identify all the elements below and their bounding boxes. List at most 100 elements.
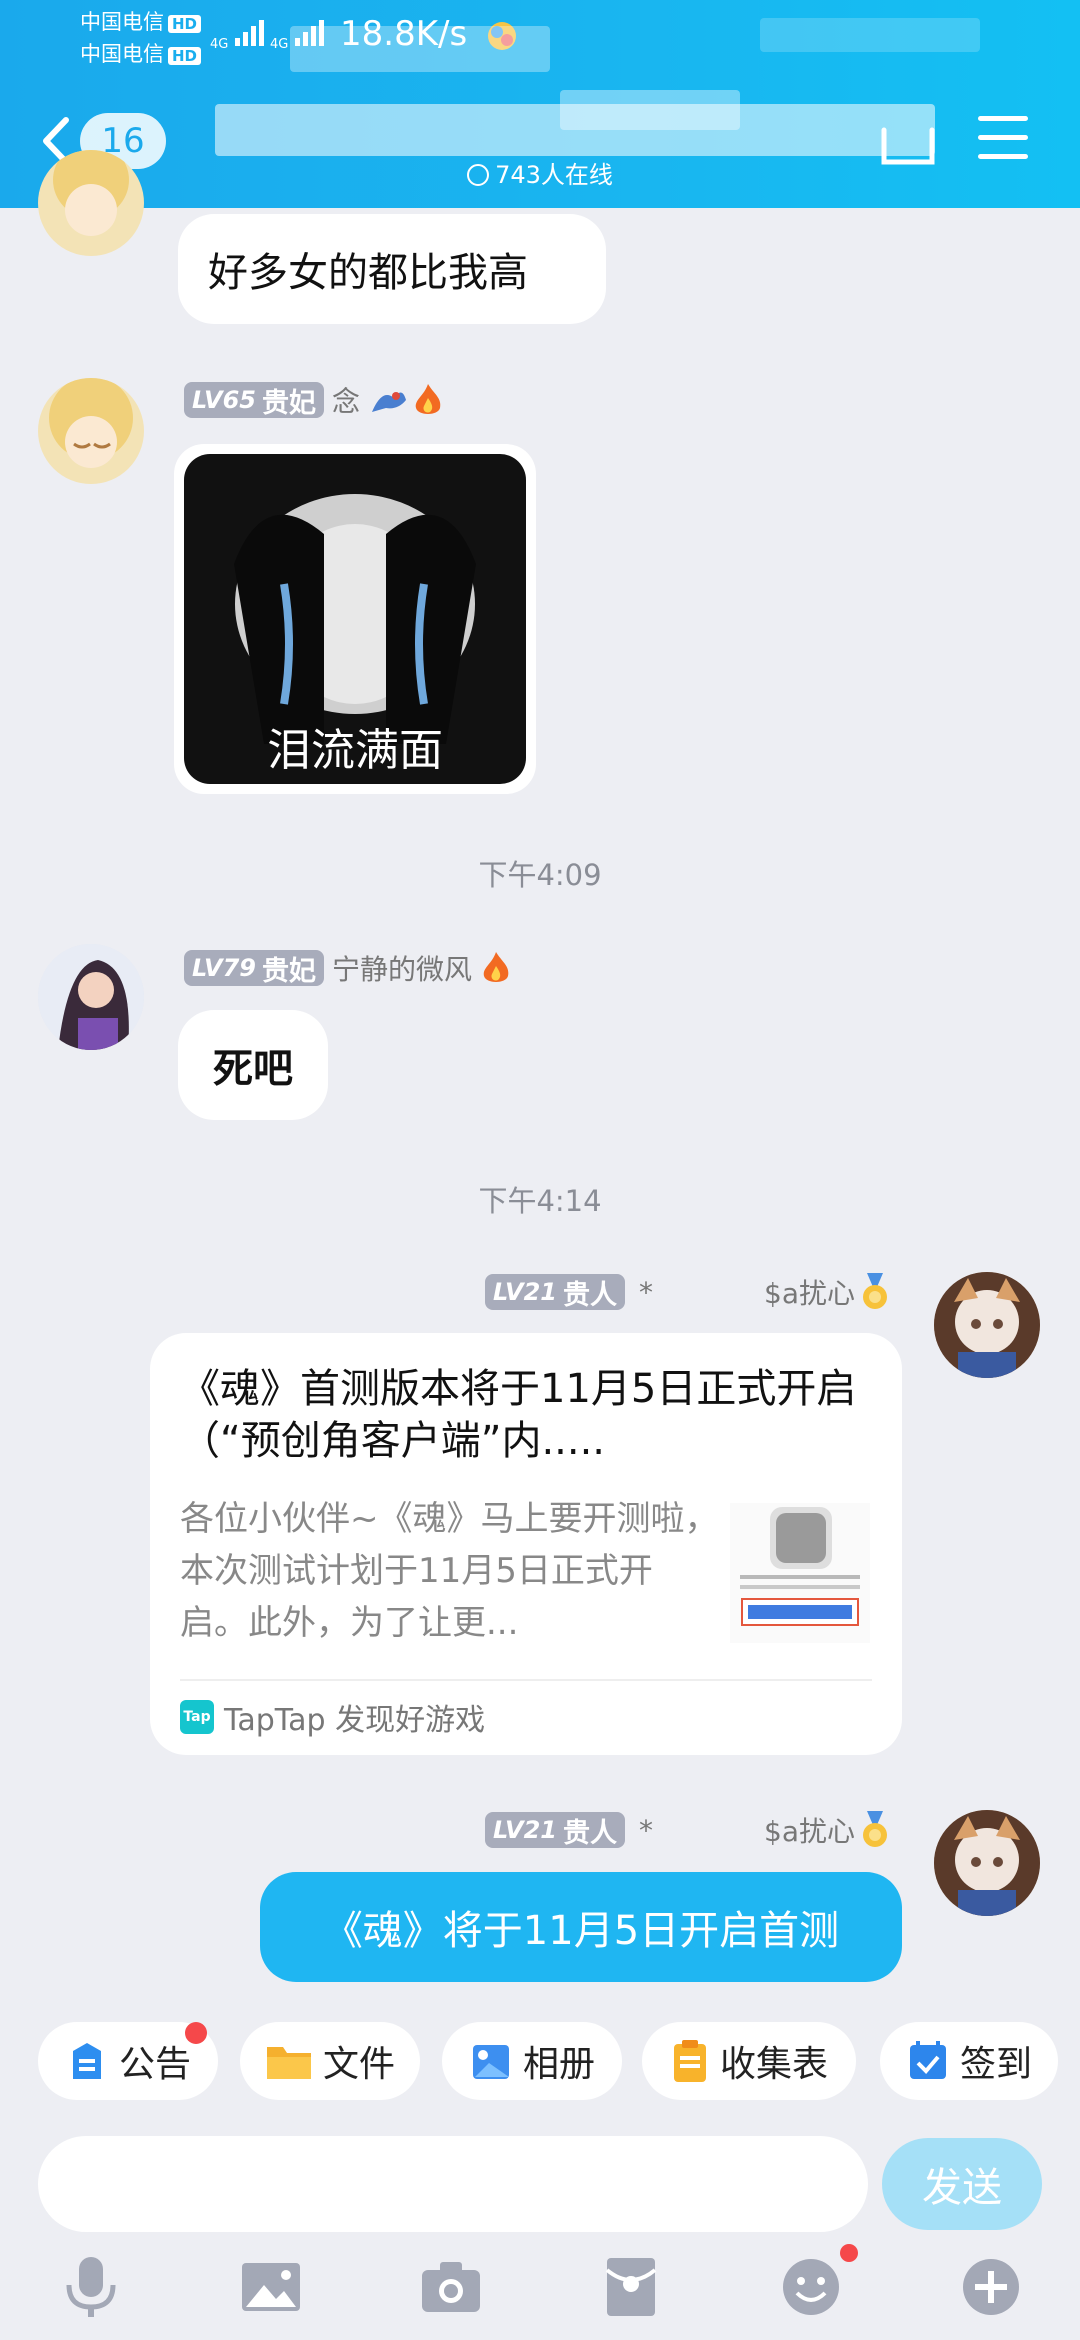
level-title: 贵妃 [261,387,316,419]
message-input[interactable] [38,2136,868,2232]
sticker-image[interactable]: 泪流满面 [174,444,536,794]
menu-button[interactable] [978,116,1028,160]
self-avatar[interactable] [934,1810,1040,1916]
tool-form-button[interactable]: 收集表 [642,2022,856,2100]
sender-separator: * [638,1813,653,1847]
fire-badge-icon [483,952,509,982]
emoji-icon [783,2259,839,2315]
image-icon [242,2263,300,2311]
level-title: 贵人 [562,1279,617,1311]
voice-button[interactable] [56,2252,126,2322]
image-button[interactable] [236,2252,306,2322]
red-packet-button[interactable] [596,2252,666,2322]
level-number: LV21 [493,1278,557,1306]
status-bar-carrier-1: 中国电信 HD [80,6,202,36]
sender-separator: * [638,1275,653,1309]
tool-album-button[interactable]: 相册 [442,2022,622,2100]
more-button[interactable] [956,2252,1026,2322]
tool-label: 公告 [118,2044,191,2085]
announcement-icon [72,2043,101,2079]
card-description: 各位小伙伴~《魂》马上要开测啦，本次测试计划于11月5日正式开启。此外，为了让更… [180,1499,719,1643]
level-tag: LV65 贵妃 [184,382,324,419]
tool-label: 签到 [959,2044,1032,2085]
anime-girl-avatar-icon [38,944,144,1050]
doll-avatar-icon [934,1272,1040,1378]
network-type: 4G [270,37,289,52]
taptap-logo: Tap [180,1700,214,1734]
level-tag: LV21 贵人 [485,1274,625,1311]
share-card[interactable]: 《魂》首测版本将于11月5日正式开启（“预创角客户端”内..... 各位小伙伴~… [150,1333,902,1755]
card-title: 《魂》首测版本将于11月5日正式开启（“预创角客户端”内..... [180,1366,857,1464]
carrier-label: 中国电信 [80,42,164,66]
doll-avatar-icon [934,1810,1040,1916]
hd-badge: HD [168,47,202,65]
level-tag: LV79 贵妃 [184,950,324,987]
send-button[interactable]: 发送 [882,2138,1042,2230]
sticker-caption: 泪流满面 [267,725,443,776]
tool-label: 收集表 [719,2044,828,2085]
hd-badge: HD [168,15,202,33]
medal-badge-icon [863,1273,887,1309]
sender-meta: LV65 贵妃 念 [184,380,444,420]
level-title: 贵妃 [261,955,316,987]
level-number: LV79 [192,954,256,982]
anime-avatar-icon [53,150,129,236]
sender-nickname[interactable]: $a扰心 [764,1810,855,1850]
sender-nickname[interactable]: 念 [332,380,360,420]
mosaic-block [760,18,980,52]
sender-meta: LV21 贵人 * $a扰心 [485,1272,889,1312]
sender-meta: LV21 贵人 * $a扰心 [485,1810,889,1850]
mosaic-block [290,26,550,72]
tool-checkin-button[interactable]: 签到 [880,2022,1058,2100]
level-number: LV21 [493,1816,557,1844]
message-bubble[interactable]: 死吧 [178,1010,328,1120]
signal-bars-icon [234,20,264,46]
camera-icon [422,2262,480,2312]
album-icon [472,2045,509,2079]
microphone-icon [66,2257,116,2317]
message-text: 《魂》将于11月5日开启首测 [322,1908,840,1954]
avatar[interactable] [38,150,144,256]
medal-badge-icon [863,1811,887,1847]
carrier-label: 中国电信 [80,10,164,34]
notification-dot [185,2022,207,2044]
card-thumbnail [730,1503,870,1643]
timestamp-separator: 下午4:09 [478,858,602,892]
avatar[interactable] [38,944,144,1050]
game-thumbnail-icon [740,1507,860,1626]
message-text: 死吧 [213,1046,293,1092]
network-type: 4G [210,37,229,52]
card-source-text: TapTap 发现好游戏 [224,1703,486,1738]
avatar[interactable] [38,378,144,484]
sender-nickname[interactable]: $a扰心 [764,1272,855,1312]
camera-button[interactable] [416,2252,486,2322]
chevron-down-circle-icon [467,164,490,186]
folder-icon [266,2047,311,2079]
level-number: LV65 [192,386,256,414]
level-tag: LV21 贵人 [485,1812,625,1849]
notification-dot [840,2244,858,2262]
red-packet-icon [605,2258,657,2316]
card-source: Tap TapTap 发现好游戏 [180,1679,872,1739]
tool-files-button[interactable]: 文件 [240,2022,420,2100]
self-avatar[interactable] [934,1272,1040,1378]
tool-label: 文件 [322,2044,395,2085]
sender-nickname[interactable]: 宁静的微风 [332,948,472,988]
emoji-button[interactable] [776,2252,846,2322]
mosaic-block [560,90,740,130]
message-bubble[interactable]: 好多女的都比我高 [178,214,606,324]
group-profile-icon[interactable] [880,126,936,166]
form-icon [673,2040,706,2082]
self-message-bubble[interactable]: 《魂》将于11月5日开启首测 [260,1872,902,1982]
message-text: 好多女的都比我高 [208,250,528,296]
signal-strength-1: 4G [210,20,269,52]
anime-avatar-icon [49,378,133,468]
online-count-text: 743人在线 [495,161,613,189]
sender-meta: LV79 贵妃 宁静的微风 [184,948,512,988]
plus-icon [963,2259,1019,2315]
level-title: 贵人 [562,1817,617,1849]
checkin-icon [909,2041,946,2079]
status-bar-carrier-2: 中国电信 HD [80,38,202,68]
dragon-badge-icon [371,392,406,412]
tool-label: 相册 [522,2044,595,2085]
